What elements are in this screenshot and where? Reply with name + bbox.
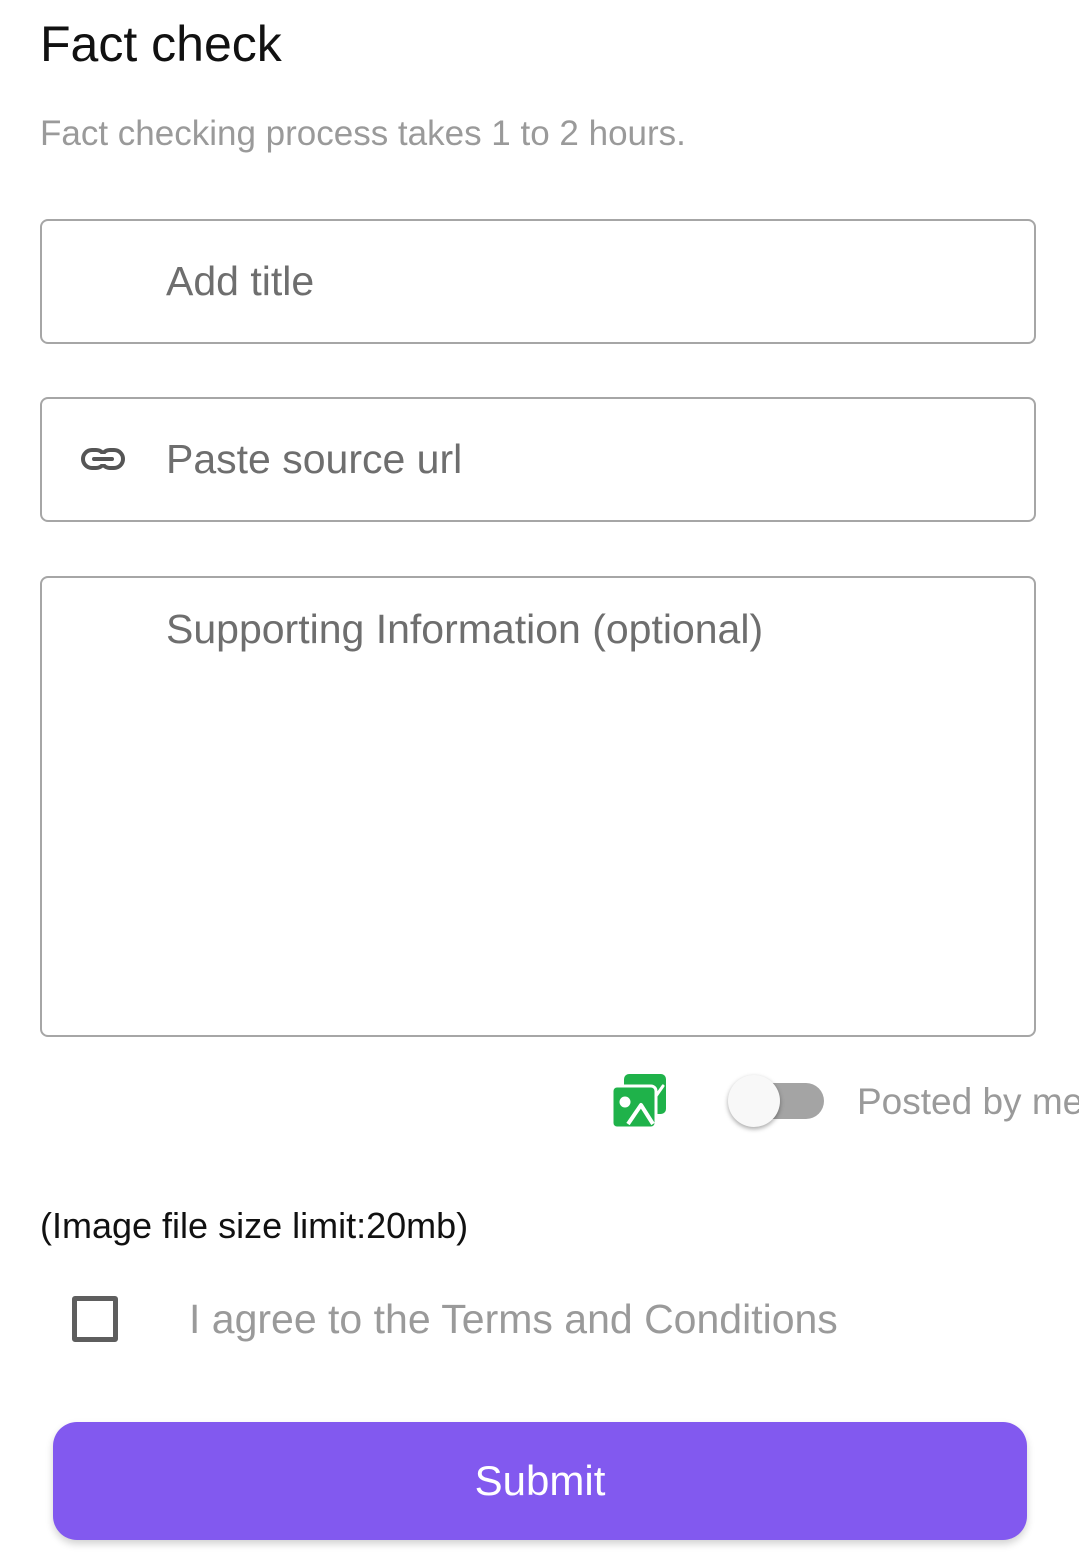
supporting-info-textarea[interactable] [166,602,1014,1015]
submit-button[interactable]: Submit [53,1422,1027,1540]
title-field[interactable] [40,219,1036,344]
supporting-info-field[interactable] [40,576,1036,1037]
source-url-input[interactable] [166,399,1014,520]
title-input[interactable] [166,221,1014,342]
link-icon [80,441,126,477]
terms-checkbox[interactable] [72,1296,118,1342]
posted-by-me-toggle[interactable] [726,1075,826,1129]
source-url-field[interactable] [40,397,1036,522]
image-size-limit-note: (Image file size limit:20mb) [40,1205,469,1246]
page-subtitle: Fact checking process takes 1 to 2 hours… [40,114,686,153]
page-title: Fact check [40,16,282,72]
posted-by-me-label: Posted by me [857,1081,1079,1122]
image-gallery-icon[interactable] [608,1072,670,1132]
terms-label[interactable]: I agree to the Terms and Conditions [189,1295,838,1343]
toggle-thumb [728,1075,780,1127]
